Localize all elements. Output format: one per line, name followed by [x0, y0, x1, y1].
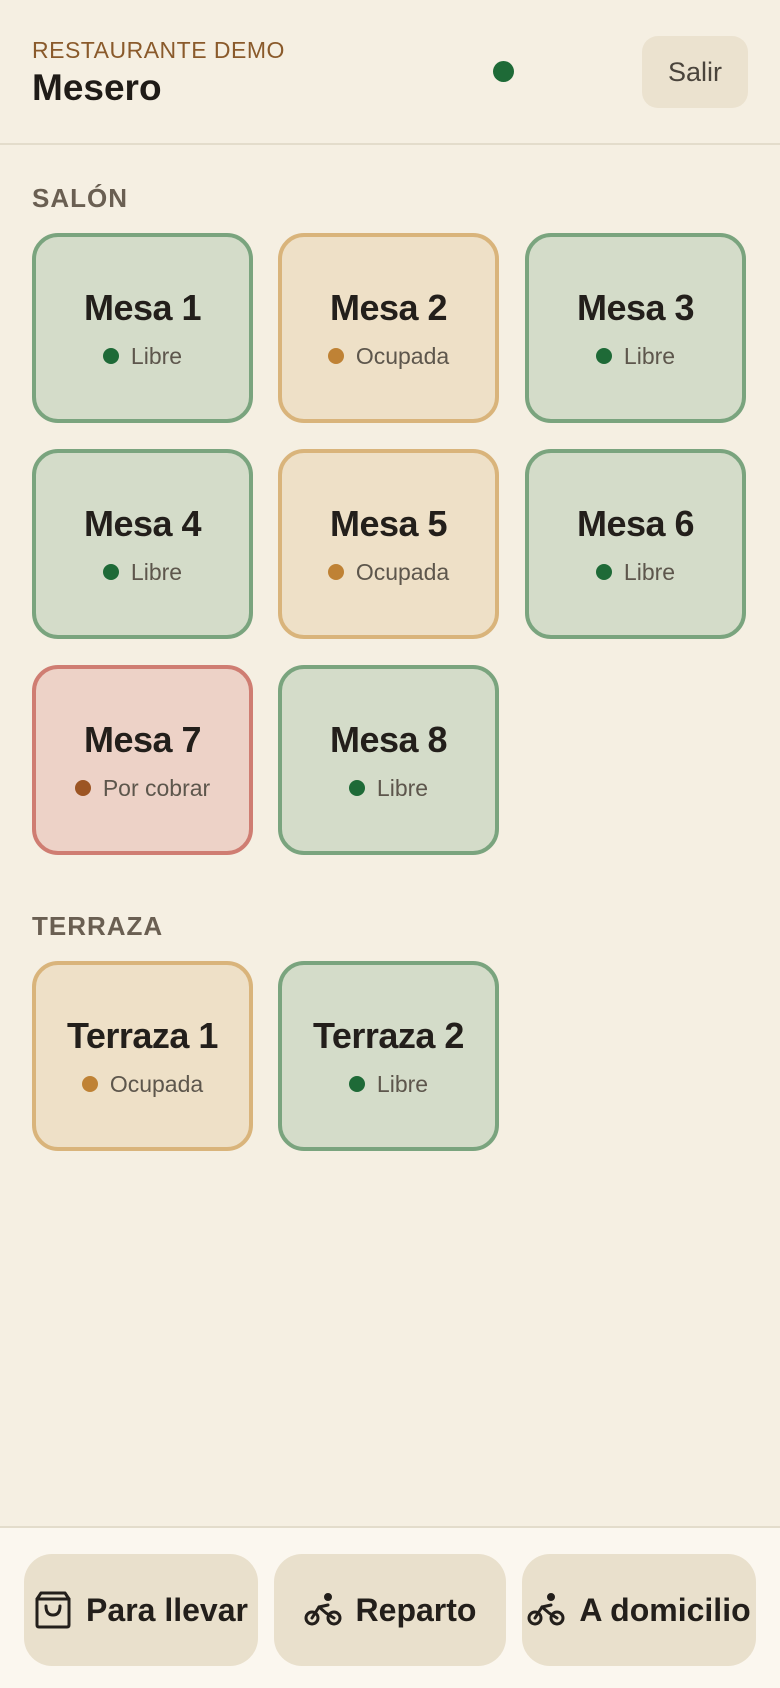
- connection-status-dot: [493, 61, 514, 82]
- button-label: Para llevar: [86, 1591, 248, 1628]
- status-dot: [81, 1076, 98, 1092]
- table-status-label: Libre: [623, 558, 676, 585]
- status-dot: [595, 348, 612, 364]
- table-status-label: Libre: [376, 774, 429, 801]
- bicycle-icon: [527, 1593, 565, 1626]
- table-card-mesa-8[interactable]: Mesa 8 Libre: [278, 665, 499, 855]
- section-title-terraza: TERRAZA: [32, 911, 164, 941]
- table-card-mesa-2[interactable]: Mesa 2 Ocupada: [278, 233, 499, 423]
- status-dot: [327, 348, 344, 364]
- table-name: Mesa 3: [576, 286, 695, 328]
- button-label: Reparto: [355, 1591, 477, 1628]
- table-name: Mesa 1: [83, 286, 202, 328]
- button-label: A domicilio: [579, 1591, 751, 1628]
- table-status: Ocupada: [81, 1070, 204, 1098]
- table-status-label: Libre: [130, 558, 183, 585]
- table-card-mesa-1[interactable]: Mesa 1 Libre: [32, 233, 253, 423]
- table-name: Terraza 2: [313, 1014, 464, 1056]
- table-status-label: Ocupada: [109, 1070, 204, 1097]
- table-status: Libre: [102, 558, 183, 586]
- table-card-mesa-7[interactable]: Mesa 7 Por cobrar: [32, 665, 253, 855]
- table-name: Mesa 7: [83, 718, 202, 760]
- table-status: Ocupada: [327, 342, 450, 370]
- status-dot: [102, 564, 119, 580]
- para-llevar-button[interactable]: Para llevar: [24, 1554, 258, 1666]
- shopping-bag-icon: [35, 1591, 71, 1629]
- table-status-label: Ocupada: [355, 342, 450, 369]
- table-status: Por cobrar: [74, 774, 211, 802]
- table-name: Mesa 6: [576, 502, 695, 544]
- table-status: Libre: [595, 558, 676, 586]
- table-status-label: Libre: [130, 342, 183, 369]
- logout-button[interactable]: Salir: [642, 36, 748, 108]
- table-status-label: Ocupada: [355, 558, 450, 585]
- bottom-action-bar: Para llevar Reparto A domicilio: [0, 1526, 780, 1688]
- table-status: Libre: [595, 342, 676, 370]
- table-status: Ocupada: [327, 558, 450, 586]
- table-status-label: Libre: [623, 342, 676, 369]
- app-header: RESTAURANTE DEMO Mesero Salir: [0, 0, 780, 145]
- page-title: Mesero: [32, 67, 162, 108]
- table-name: Mesa 4: [83, 502, 202, 544]
- restaurant-name: RESTAURANTE DEMO: [32, 37, 285, 63]
- status-dot: [327, 564, 344, 580]
- table-card-mesa-5[interactable]: Mesa 5 Ocupada: [278, 449, 499, 639]
- status-dot: [74, 780, 91, 796]
- table-status: Libre: [348, 1070, 429, 1098]
- table-status: Libre: [348, 774, 429, 802]
- table-card-mesa-3[interactable]: Mesa 3 Libre: [525, 233, 746, 423]
- table-card-mesa-4[interactable]: Mesa 4 Libre: [32, 449, 253, 639]
- section-title-salon: SALÓN: [32, 183, 128, 213]
- bicycle-icon: [304, 1593, 342, 1626]
- status-dot: [595, 564, 612, 580]
- table-name: Mesa 2: [329, 286, 448, 328]
- status-dot: [348, 780, 365, 796]
- a-domicilio-button[interactable]: A domicilio: [522, 1554, 756, 1666]
- status-dot: [102, 348, 119, 364]
- table-status-label: Libre: [376, 1070, 429, 1097]
- table-card-mesa-6[interactable]: Mesa 6 Libre: [525, 449, 746, 639]
- table-card-terraza-1[interactable]: Terraza 1 Ocupada: [32, 961, 253, 1151]
- table-name: Mesa 8: [329, 718, 448, 760]
- table-name: Terraza 1: [67, 1014, 218, 1056]
- table-card-terraza-2[interactable]: Terraza 2 Libre: [278, 961, 499, 1151]
- reparto-button[interactable]: Reparto: [274, 1554, 506, 1666]
- table-status: Libre: [102, 342, 183, 370]
- table-name: Mesa 5: [329, 502, 448, 544]
- status-dot: [348, 1076, 365, 1092]
- table-status-label: Por cobrar: [102, 774, 211, 801]
